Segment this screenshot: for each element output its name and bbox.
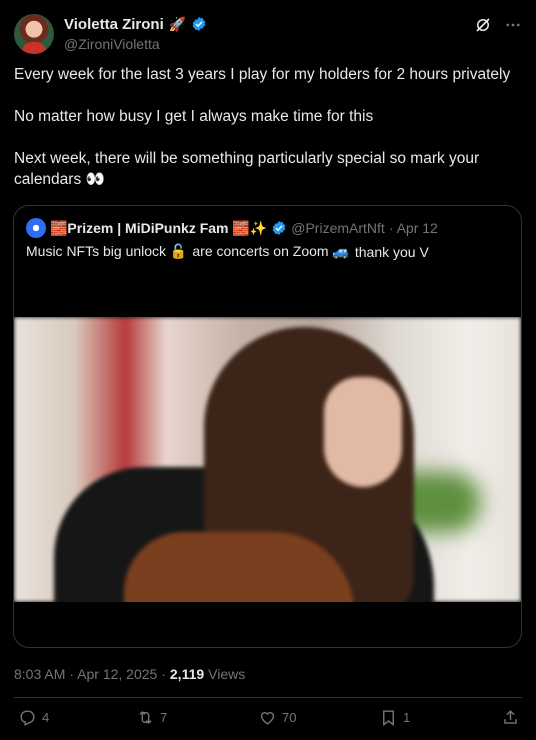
like-button[interactable]: 70 [258,708,296,727]
author-display-name[interactable]: Violetta Zironi [64,16,164,33]
quoted-tweet-date: · Apr 12 [388,220,438,236]
author-info: Violetta Zironi 🚀 @ZironiVioletta [64,15,207,52]
quoted-tweet-header: 🧱Prizem | MiDiPunkz Fam 🧱✨ @PrizemArtNft… [26,218,438,238]
author-handle[interactable]: @ZironiVioletta [64,36,207,52]
reply-icon [20,710,35,726]
grok-icon[interactable] [474,16,492,34]
quoted-author-handle[interactable]: @PrizemArtNft [291,220,385,236]
bookmark-icon [383,710,394,727]
verified-badge-icon [192,17,206,31]
action-bar: 4 7 70 1 [14,708,522,730]
tweet-date[interactable]: · Apr 12, 2025 · [69,666,166,682]
tweet-body: Every week for the last 3 years I play f… [14,64,519,190]
quoted-tweet-text: Music NFTs big unlock 🔓 are concerts on … [26,243,429,260]
quoted-author-avatar[interactable] [26,218,46,238]
verified-badge-icon [272,221,286,235]
like-count: 70 [282,710,297,725]
share-icon [504,710,517,724]
repost-icon [139,710,152,725]
bookmark-count: 1 [403,710,411,725]
quoted-tweet[interactable]: 🧱Prizem | MiDiPunkz Fam 🧱✨ @PrizemArtNft… [13,205,522,648]
tweet-header: Violetta Zironi 🚀 @ZironiVioletta [14,14,522,54]
header-actions [474,16,522,34]
reply-count: 4 [42,710,50,725]
tweet-paragraph: Every week for the last 3 years I play f… [14,66,511,83]
more-options-icon[interactable] [504,16,522,34]
tweet-paragraph: No matter how busy I get I always make t… [14,108,374,125]
divider [14,697,522,698]
tweet-paragraph: Next week, there will be something parti… [14,150,480,188]
share-button[interactable] [501,708,520,727]
repost-button[interactable]: 7 [136,708,167,727]
heart-icon [260,712,275,725]
quoted-video-thumbnail[interactable] [14,317,521,602]
quoted-text-part: Music NFTs big unlock 🔓 [26,243,188,259]
tweet-meta: 8:03 AM · Apr 12, 2025 · 2,119 Views [14,666,245,682]
rocket-emoji: 🚀 [168,15,187,32]
video-frame-image [14,317,521,602]
repost-count: 7 [160,710,168,725]
views-label: Views [208,666,246,682]
bookmark-button[interactable]: 1 [379,708,410,727]
views-count: 2,119 [169,666,205,682]
quoted-author-name[interactable]: 🧱Prizem | MiDiPunkz Fam 🧱✨ [50,220,267,237]
author-avatar[interactable] [14,14,54,54]
tweet-time[interactable]: 8:03 AM [14,666,65,682]
quoted-text-part: thank you V [354,243,429,260]
reply-button[interactable]: 4 [18,708,49,727]
quoted-text-part: are concerts on Zoom 🚙 [192,243,350,259]
